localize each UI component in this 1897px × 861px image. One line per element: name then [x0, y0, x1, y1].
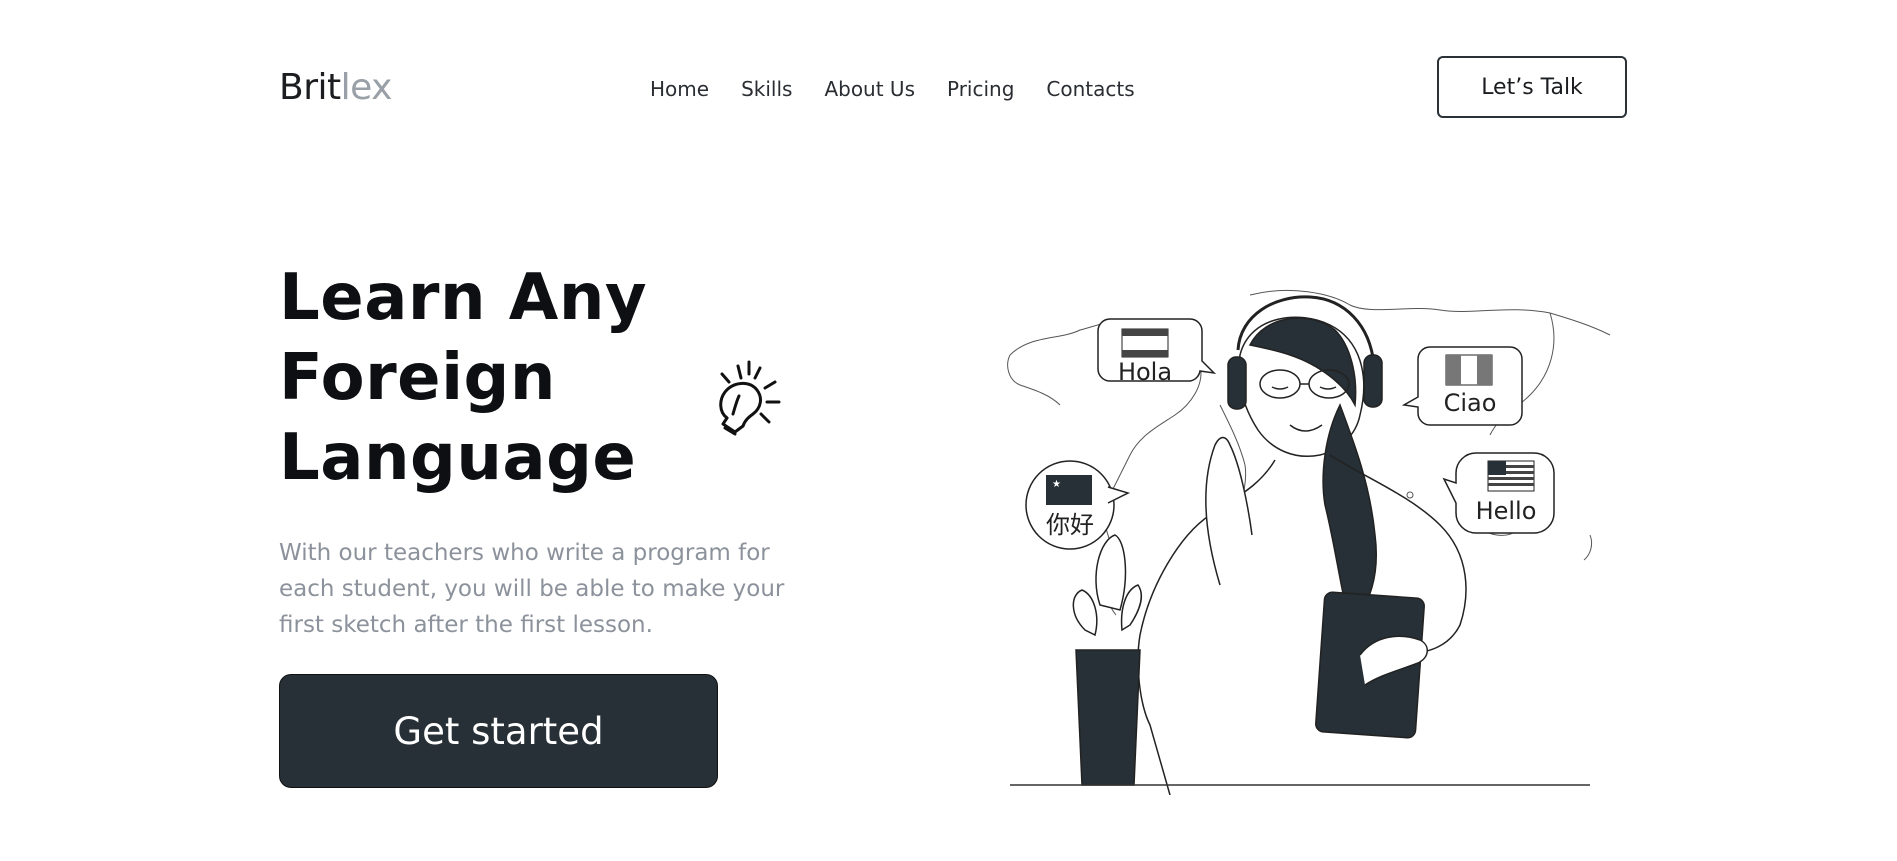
italy-flag — [1445, 354, 1493, 386]
hero-title-line-3: Language — [279, 421, 637, 495]
nav-item-skills[interactable]: Skills — [741, 76, 792, 102]
svg-text:★: ★ — [1052, 479, 1061, 490]
potted-plant — [1072, 534, 1142, 786]
speech-bubble-hello: Hello — [1442, 452, 1555, 534]
hero-subtitle: With our teachers who write a program fo… — [279, 540, 785, 638]
speech-bubble-ciao: Ciao — [1401, 346, 1523, 426]
bubble-hola-text: Hola — [1118, 358, 1172, 386]
nav-item-pricing[interactable]: Pricing — [947, 76, 1014, 102]
nav-item-home[interactable]: Home — [650, 76, 709, 102]
speech-bubble-hola: Hola — [1097, 318, 1217, 386]
bubble-hello-text: Hello — [1476, 497, 1537, 525]
main-nav: Home Skills About Us Pricing Contacts — [650, 76, 1135, 102]
hero-title: Learn Any Foreign Language — [279, 258, 647, 498]
lightbulb-icon — [719, 360, 781, 436]
hero-illustration: Hola Ciao ★ 你好 Hello — [1007, 290, 1611, 795]
brand-logo-part1: Brit — [279, 67, 341, 108]
spain-flag — [1121, 328, 1169, 358]
hero-title-line-1: Learn Any — [279, 261, 648, 335]
brand-logo[interactable]: Britlex — [279, 66, 392, 110]
hero-title-line-2: Foreign — [279, 341, 556, 415]
usa-flag — [1487, 460, 1535, 492]
china-flag: ★ — [1046, 475, 1092, 505]
bubble-ciao-text: Ciao — [1444, 389, 1497, 417]
get-started-button[interactable]: Get started — [279, 674, 718, 788]
lets-talk-button[interactable]: Let’s Talk — [1437, 56, 1627, 118]
nav-item-contacts[interactable]: Contacts — [1046, 76, 1134, 102]
brand-logo-part2: lex — [340, 67, 393, 108]
nav-item-about-us[interactable]: About Us — [824, 76, 915, 102]
bubble-nihao-text: 你好 — [1046, 511, 1094, 539]
